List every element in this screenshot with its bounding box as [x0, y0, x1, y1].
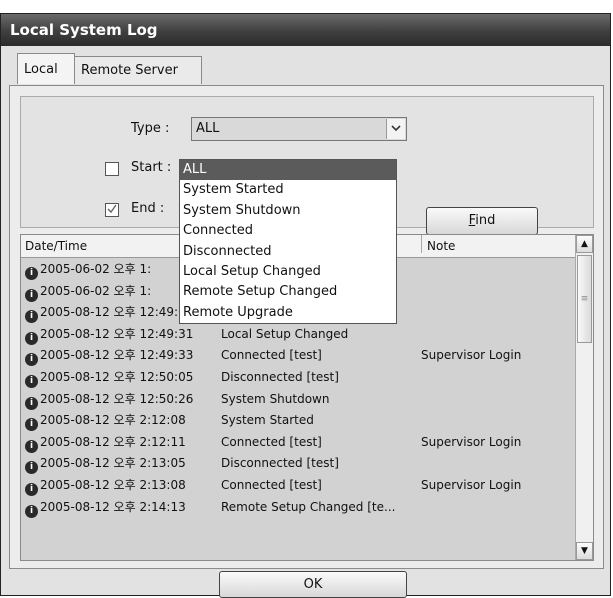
row-datetime: i 2005-08-12 오후 12:50:26 — [25, 389, 193, 410]
row-datetime: i 2005-08-12 오후 12:49:31 — [25, 324, 193, 345]
row-event: Connected [test] — [221, 348, 322, 363]
row-time-text: 2005-08-12 오후 2:12:11 — [40, 434, 186, 449]
row-datetime: i 2005-08-12 오후 12:49:33 — [25, 345, 194, 367]
row-time-text: 2005-08-12 오후 2:13:05 — [40, 456, 186, 471]
row-event: Remote Setup Changed [te... — [221, 499, 396, 514]
find-button[interactable]: Find — [426, 207, 538, 235]
info-icon: i — [25, 267, 38, 280]
type-label: Type : — [131, 121, 170, 136]
row-datetime: i 2005-08-12 오후 12:50:05 — [25, 367, 193, 388]
dropdown-option[interactable]: ALL — [180, 160, 396, 181]
row-time-text: 2005-08-12 오후 12:50:26 — [40, 391, 194, 406]
type-select-value: ALL — [196, 121, 220, 136]
row-time-text: 2005-06-02 오후 1: — [40, 262, 152, 276]
scroll-up-button[interactable]: ▲ — [576, 235, 593, 253]
dropdown-option[interactable]: System Shutdown — [180, 201, 396, 221]
local-system-log-window: Local System Log Local Remote Server Typ… — [0, 13, 611, 598]
row-datetime: i 2005-06-02 오후 1: — [25, 281, 151, 302]
table-row[interactable]: i 2005-08-12 오후 2:13:08 Connected [test] Su… — [21, 475, 576, 497]
scroll-down-button[interactable]: ▼ — [576, 542, 593, 560]
info-icon: i — [25, 461, 38, 475]
info-icon: i — [25, 310, 38, 324]
row-time-text: 2005-08-12 오후 2:13:08 — [40, 478, 186, 492]
table-row[interactable]: i 2005-08-12 오후 12:49:33 Connected [test] S… — [21, 345, 576, 367]
table-row[interactable]: i 2005-08-12 오후 2:12:08 System Started — [21, 410, 576, 432]
info-icon: i — [25, 439, 38, 453]
end-label: End : — [131, 201, 165, 216]
start-label: Start : — [131, 160, 172, 175]
info-icon: i — [25, 331, 38, 345]
row-note: Supervisor Login — [421, 434, 522, 449]
window-title: Local System Log — [1, 14, 610, 46]
row-time-text: 2005-08-12 오후 12:49:33 — [40, 348, 194, 363]
row-event: System Shutdown — [221, 391, 330, 406]
row-datetime: i 2005-06-02 오후 1: — [25, 259, 151, 280]
row-event: Disconnected [test] — [221, 370, 339, 384]
tab-local[interactable]: Local — [17, 53, 75, 84]
row-event: System Started — [221, 413, 314, 428]
dropdown-option[interactable]: Disconnected — [180, 242, 396, 262]
type-select[interactable]: ALL — [191, 117, 407, 141]
row-time-text: 2005-06-02 오후 1: — [40, 283, 152, 298]
check-icon — [107, 204, 117, 214]
row-datetime: i 2005-08-12 오후 2:12:11 — [25, 432, 186, 453]
table-row[interactable]: i 2005-08-12 오후 2:12:11 Connected [test] Su… — [21, 432, 576, 454]
row-event: Connected [test] — [221, 478, 322, 492]
row-event: Connected [test] — [221, 434, 322, 449]
info-icon: i — [25, 418, 38, 432]
row-datetime: i 2005-08-12 오후 2:12:08 — [25, 410, 186, 432]
table-row[interactable]: i 2005-08-12 오후 2:13:05 Disconnected [test… — [21, 453, 576, 475]
scroll-thumb[interactable]: ≡ — [577, 255, 592, 343]
dropdown-option[interactable]: Local Setup Changed — [180, 262, 396, 282]
row-event: Local Setup Changed — [221, 326, 349, 341]
row-datetime: i 2005-08-12 오후 2:13:08 — [25, 475, 186, 496]
table-row[interactable]: i 2005-08-12 오후 12:50:26 System Shutdown — [21, 389, 576, 411]
table-row[interactable]: i 2005-08-12 오후 2:14:13 Remote Setup Chang… — [21, 497, 576, 519]
row-datetime: i 2005-08-12 오후 2:13:05 — [25, 453, 186, 475]
ok-button[interactable]: OK — [219, 571, 407, 598]
dropdown-option[interactable]: Remote Upgrade — [180, 303, 396, 323]
tab-panel-local: Type : ALL Start : End : Find Date/Time … — [9, 85, 604, 569]
row-note: Supervisor Login — [421, 348, 522, 363]
row-event: Disconnected [test] — [221, 456, 339, 471]
dropdown-option[interactable]: System Started — [180, 180, 396, 200]
start-checkbox[interactable] — [105, 162, 119, 176]
row-time-text: 2005-08-12 오후 12:50:05 — [40, 370, 194, 384]
dropdown-option[interactable]: Remote Setup Changed — [180, 282, 396, 302]
type-dropdown-list: ALL System Started System Shutdown Connecte… — [179, 159, 397, 325]
row-datetime: i 2005-08-12 오후 12:49:05 — [25, 302, 194, 324]
row-time-text: 2005-08-12 오후 2:14:13 — [40, 499, 186, 514]
tab-remote-server[interactable]: Remote Server — [74, 56, 202, 84]
vertical-scrollbar[interactable]: ▲ ≡ ▼ — [575, 235, 593, 560]
row-time-text: 2005-08-12 오후 2:12:08 — [40, 413, 186, 428]
row-datetime: i 2005-08-12 오후 2:14:13 — [25, 497, 186, 518]
column-divider[interactable] — [421, 235, 422, 253]
column-note[interactable]: Note — [427, 235, 455, 257]
column-datetime[interactable]: Date/Time — [25, 235, 87, 257]
table-row[interactable]: i 2005-08-12 오후 12:50:05 Disconnected [tes… — [21, 367, 576, 389]
row-time-text: 2005-08-12 오후 12:49:05 — [40, 305, 194, 320]
info-icon: i — [25, 353, 38, 367]
table-row[interactable]: i 2005-08-12 오후 12:49:31 Local Setup Chang… — [21, 324, 576, 346]
chevron-down-icon[interactable] — [386, 119, 405, 139]
row-note: Supervisor Login — [421, 478, 522, 492]
info-icon: i — [25, 396, 38, 410]
info-icon: i — [25, 504, 38, 518]
row-time-text: 2005-08-12 오후 12:49:31 — [40, 326, 194, 341]
info-icon: i — [25, 483, 38, 496]
end-checkbox[interactable] — [105, 203, 119, 217]
find-button-label: ind — [475, 213, 496, 228]
info-icon: i — [25, 375, 38, 388]
dropdown-option[interactable]: Connected — [180, 221, 396, 241]
info-icon: i — [25, 288, 38, 302]
